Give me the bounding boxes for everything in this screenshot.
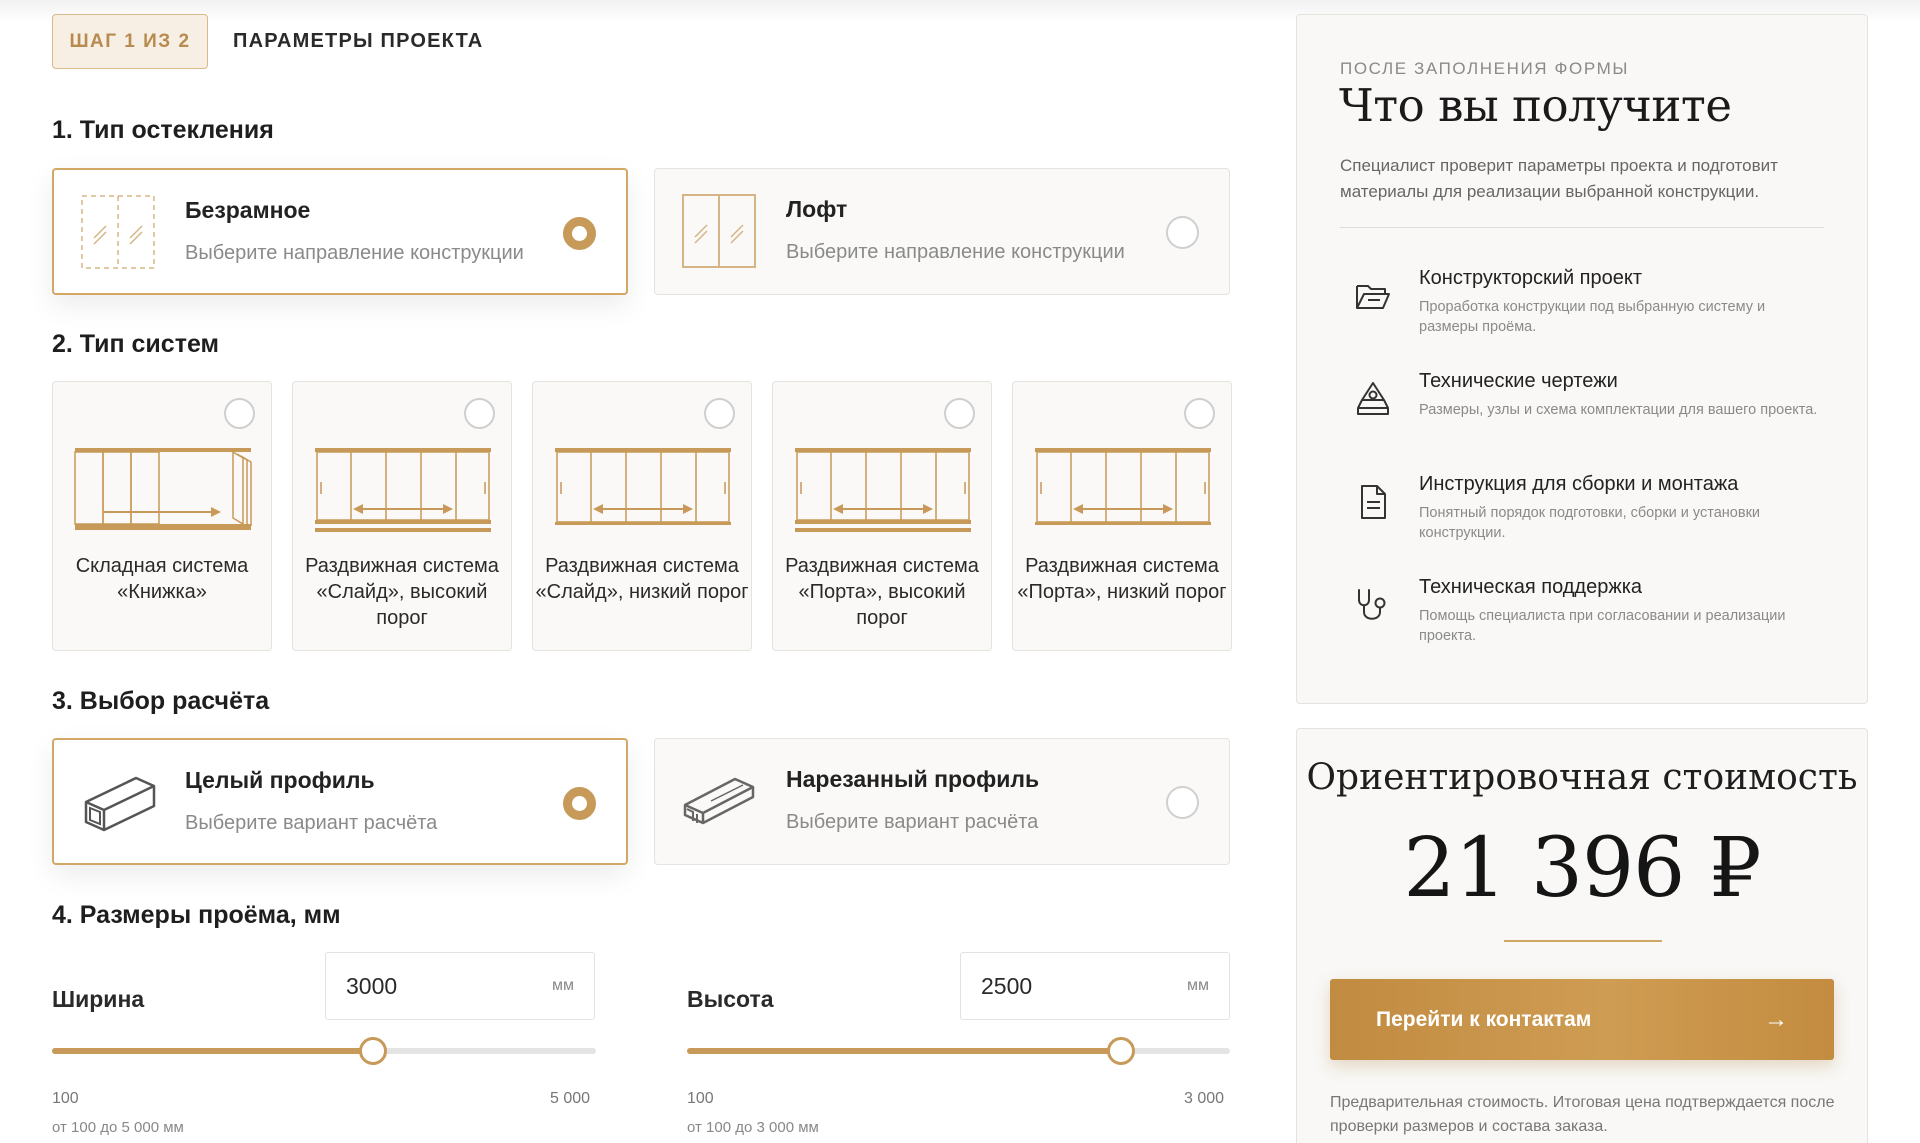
benefits-description: Специалист проверит параметры проекта и …	[1340, 156, 1778, 201]
drafting-icon	[1357, 382, 1389, 415]
calc-radio-cut[interactable]	[1166, 786, 1199, 819]
calc-option-sub: Выберите вариант расчёта	[786, 811, 1039, 833]
porta-low-icon	[1035, 448, 1211, 525]
price-panel: Ориентировочная стоимость 21 396 ₽ Перей…	[1296, 728, 1868, 1143]
width-slider-handle[interactable]	[359, 1037, 387, 1065]
calc-option-cut[interactable]: Нарезанный профиль Выберите вариант расч…	[654, 738, 1230, 865]
solid-profile-icon	[84, 776, 156, 832]
feature-title: Инструкция для сборки и монтажа	[1419, 473, 1739, 495]
step-title: ПАРАМЕТРЫ ПРОЕКТА	[233, 30, 484, 52]
feature-description: Помощь специалиста при согласовании и ре…	[1419, 608, 1786, 644]
system-radio[interactable]	[944, 398, 975, 429]
system-card-porta-low[interactable]: Раздвижная система «Порта», низкий порог	[1012, 381, 1232, 651]
glazing-option-name: Безрамное	[185, 197, 311, 223]
glazing-option-frameless[interactable]: Безрамное Выберите направление конструкц…	[52, 168, 628, 295]
system-label: Раздвижная система «Слайд», высокий поро…	[305, 555, 499, 629]
systems-section-title: 2. Тип систем	[52, 330, 220, 358]
feature-title: Технические чертежи	[1419, 370, 1618, 392]
system-label: Раздвижная система «Порта», высокий поро…	[785, 555, 979, 629]
stethoscope-icon	[1358, 589, 1386, 620]
height-input[interactable]: 2500 мм	[960, 952, 1230, 1020]
glazing-section-title: 1. Тип остекления	[52, 116, 274, 144]
glazing-option-name: Лофт	[786, 196, 848, 222]
feature-description: Размеры, узлы и схема комплектации для в…	[1419, 402, 1818, 418]
benefits-title: Что вы получите	[1339, 79, 1732, 132]
glazing-option-sub: Выберите направление конструкции	[185, 242, 524, 264]
benefits-kicker: ПОСЛЕ ЗАПОЛНЕНИЯ ФОРМЫ	[1340, 59, 1630, 78]
feature-item: Конструкторский проект Проработка констр…	[1340, 267, 1820, 347]
system-radio[interactable]	[464, 398, 495, 429]
price-note: Предварительная стоимость. Итоговая цена…	[1330, 1094, 1835, 1135]
step-badge: ШАГ 1 ИЗ 2	[52, 14, 208, 69]
feature-description: Понятный порядок подготовки, сборки и ус…	[1419, 505, 1761, 541]
height-slider[interactable]	[687, 1037, 1230, 1065]
step-header: ШАГ 1 ИЗ 2 ПАРАМЕТРЫ ПРОЕКТА	[52, 14, 1230, 69]
system-label: Складная система «Книжка»	[75, 555, 249, 603]
height-unit: мм	[1187, 977, 1209, 994]
height-min: 100	[687, 1090, 714, 1107]
price-title: Ориентировочная стоимость	[1306, 757, 1858, 798]
project-form: ШАГ 1 ИЗ 2 ПАРАМЕТРЫ ПРОЕКТА 1. Тип осте…	[52, 14, 1232, 1136]
system-radio[interactable]	[1184, 398, 1215, 429]
height-max: 3 000	[1184, 1090, 1225, 1107]
glazing-option-loft[interactable]: Лофт Выберите направление конструкции	[654, 168, 1230, 295]
width-label: Ширина	[52, 986, 145, 1012]
sliding-high-icon	[315, 448, 491, 532]
calc-option-name: Нарезанный профиль	[786, 766, 1040, 792]
sliding-low-icon	[555, 448, 731, 525]
calc-option-name: Целый профиль	[185, 767, 375, 793]
arrow-right-icon: →	[1764, 1005, 1788, 1033]
glazing-radio-frameless[interactable]	[563, 217, 596, 250]
height-slider-handle[interactable]	[1107, 1037, 1135, 1065]
system-card-slide-low[interactable]: Раздвижная система «Слайд», низкий порог	[532, 381, 752, 651]
width-range-note: от 100 до 5 000 мм	[52, 1119, 184, 1136]
document-icon	[1361, 485, 1386, 519]
height-value: 2500	[981, 972, 1033, 999]
calc-radio-solid[interactable]	[563, 787, 596, 820]
dims-section-title: 4. Размеры проёма, мм	[52, 901, 341, 929]
height-label: Высота	[687, 986, 774, 1012]
glazing-option-sub: Выберите направление конструкции	[786, 241, 1125, 263]
system-card-folding[interactable]: Складная система «Книжка»	[52, 381, 272, 651]
loft-glass-icon	[682, 194, 756, 268]
frameless-glass-icon	[81, 195, 155, 269]
feature-item: Инструкция для сборки и монтажа Понятный…	[1340, 473, 1820, 553]
feature-title: Техническая поддержка	[1419, 576, 1643, 598]
system-radio[interactable]	[224, 398, 255, 429]
porta-high-icon	[795, 448, 971, 532]
calc-option-solid[interactable]: Целый профиль Выберите вариант расчёта	[52, 738, 628, 865]
system-card-porta-high[interactable]: Раздвижная система «Порта», высокий поро…	[772, 381, 992, 651]
cta-label: Перейти к контактам	[1376, 1007, 1592, 1031]
system-label: Раздвижная система «Слайд», низкий порог	[535, 555, 749, 603]
cut-profile-icon	[683, 777, 755, 825]
feature-item: Технические чертежи Размеры, узлы и схем…	[1340, 370, 1820, 450]
feature-description: Проработка конструкции под выбранную сис…	[1419, 299, 1766, 335]
feature-item: Техническая поддержка Помощь специалиста…	[1340, 576, 1820, 656]
width-slider[interactable]	[52, 1037, 596, 1065]
calc-option-sub: Выберите вариант расчёта	[185, 812, 438, 834]
calc-section-title: 3. Выбор расчёта	[52, 687, 270, 715]
feature-title: Конструкторский проект	[1419, 267, 1643, 289]
divider	[1340, 227, 1824, 228]
glazing-radio-loft[interactable]	[1166, 216, 1199, 249]
width-unit: мм	[552, 977, 574, 994]
system-radio[interactable]	[704, 398, 735, 429]
width-slider-fill	[52, 1048, 373, 1054]
system-label: Раздвижная система «Порта», низкий порог	[1017, 555, 1227, 603]
folding-system-icon	[74, 448, 252, 530]
folder-icon	[1356, 285, 1390, 309]
height-slider-fill	[687, 1048, 1121, 1054]
price-divider	[1504, 940, 1662, 942]
system-card-slide-high[interactable]: Раздвижная система «Слайд», высокий поро…	[292, 381, 512, 651]
width-input[interactable]: 3000 мм	[325, 952, 595, 1020]
width-max: 5 000	[550, 1090, 591, 1107]
go-to-contacts-button[interactable]: Перейти к контактам →	[1330, 979, 1834, 1060]
width-value: 3000	[346, 972, 398, 999]
price-value: 21 396 ₽	[1403, 821, 1761, 916]
benefits-panel: ПОСЛЕ ЗАПОЛНЕНИЯ ФОРМЫ Что вы получите С…	[1296, 14, 1868, 704]
width-min: 100	[52, 1090, 79, 1107]
height-range-note: от 100 до 3 000 мм	[687, 1119, 819, 1136]
